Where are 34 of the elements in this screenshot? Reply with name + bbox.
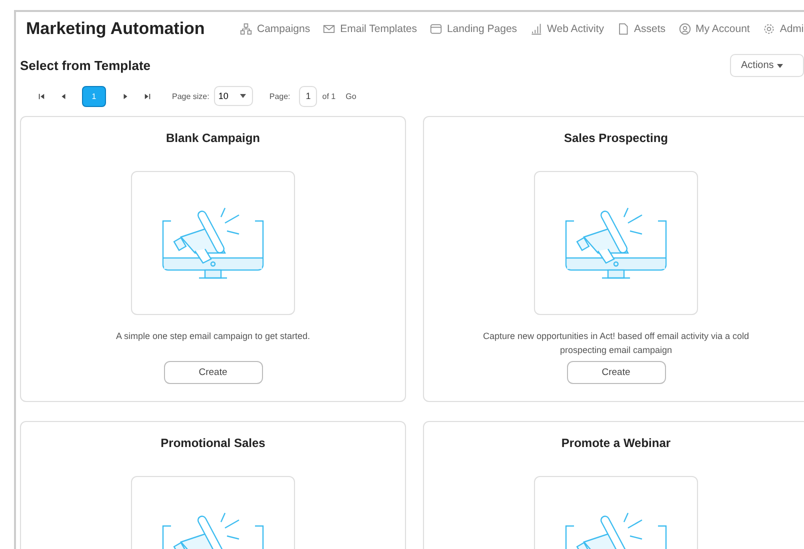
template-description: Capture new opportunities in Act! based off email activity via a cold prospecting email campaign	[482, 330, 750, 357]
file-icon	[617, 23, 630, 35]
nav-link[interactable]: Web Activity	[530, 23, 604, 35]
user-icon	[678, 23, 691, 35]
page-size-label: Page size:	[172, 92, 210, 100]
nav-link[interactable]: Landing Pages	[430, 23, 518, 35]
page-size-select[interactable]: 10	[214, 86, 254, 106]
sitemap-icon	[240, 23, 252, 35]
caret-icon	[240, 94, 246, 98]
nav-link[interactable]: My Account	[678, 23, 750, 35]
go-button[interactable]: Go	[340, 92, 362, 100]
template-title: Blank Campaign	[166, 131, 260, 145]
card-icon	[430, 23, 442, 35]
app-title: Marketing Automation	[26, 19, 206, 39]
page-label: Page:	[269, 92, 290, 100]
create-button[interactable]: Create	[566, 361, 666, 384]
caret-icon	[776, 64, 783, 68]
page-input[interactable]: 1	[299, 86, 318, 106]
bar-chart-icon	[530, 23, 542, 35]
envelope-icon	[323, 23, 336, 35]
nav-link[interactable]: Assets	[617, 23, 666, 35]
create-button[interactable]: Create	[164, 361, 262, 384]
current-page-button[interactable]: 1	[82, 86, 106, 106]
nav-link[interactable]: Campaigns	[240, 23, 310, 35]
section-title: Select from Template	[20, 58, 151, 73]
actions-dropdown[interactable]: Actions	[730, 54, 804, 77]
page-count: of 1	[322, 92, 336, 100]
template-description: A simple one step email campaign to get started.	[114, 330, 312, 343]
settings-icon	[762, 23, 775, 35]
template-title: Sales Prospecting	[564, 131, 668, 145]
nav-link[interactable]: Admi	[762, 23, 804, 35]
template-title: Promotional Sales	[160, 436, 266, 450]
nav-link[interactable]: Email Templates	[323, 23, 417, 35]
template-title: Promote a Webinar	[561, 436, 671, 450]
